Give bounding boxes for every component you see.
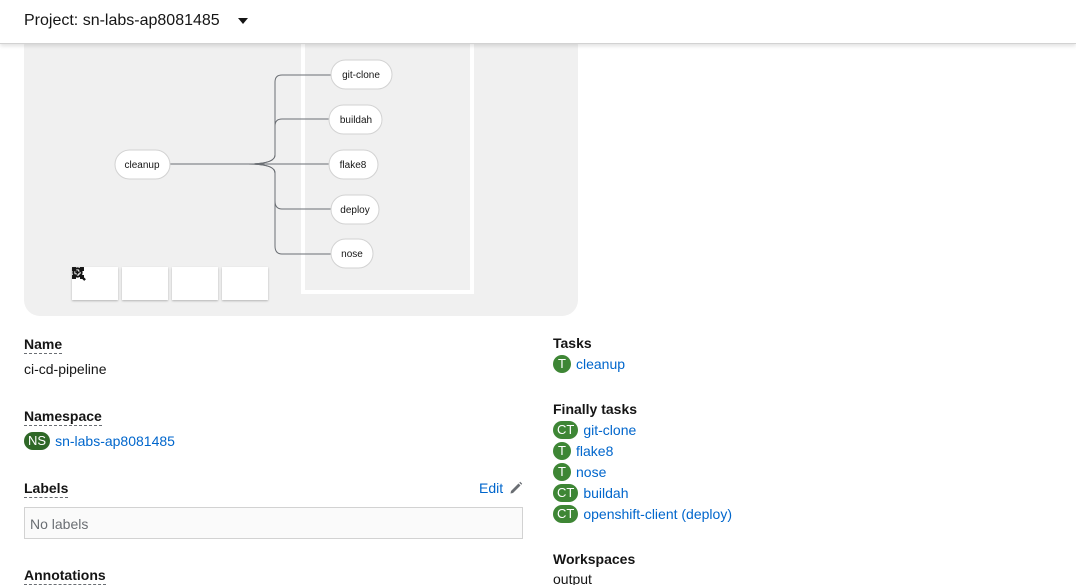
project-selector[interactable]: Project: sn-labs-ap8081485 xyxy=(24,12,248,30)
finally-task-row: CT openshift-client (deploy) xyxy=(553,505,732,523)
namespace-badge: NS xyxy=(24,432,51,450)
finally-task-row: T flake8 xyxy=(553,442,613,460)
expand-icon xyxy=(72,267,84,279)
namespace-link[interactable]: sn-labs-ap8081485 xyxy=(55,433,175,449)
finally-task-badge: T xyxy=(553,442,571,460)
task-link-cleanup[interactable]: cleanup xyxy=(576,356,625,372)
node-cleanup[interactable]: cleanup xyxy=(114,149,171,180)
node-buildah[interactable]: buildah xyxy=(328,104,383,135)
finally-task-link-openshift-client[interactable]: openshift-client (deploy) xyxy=(583,506,732,522)
finally-task-link-git-clone[interactable]: git-clone xyxy=(583,422,636,438)
node-cleanup-label: cleanup xyxy=(124,160,159,171)
workspace-value: output xyxy=(553,571,592,585)
fit-to-screen-button[interactable] xyxy=(72,267,218,300)
node-git-clone-label: git-clone xyxy=(342,70,380,81)
pipeline-graph: cleanup git-clone buildah flake8 deploy … xyxy=(24,30,578,316)
edit-labels-button[interactable]: Edit xyxy=(479,480,523,496)
finally-task-row: CT buildah xyxy=(553,484,629,502)
node-git-clone[interactable]: git-clone xyxy=(330,59,393,90)
node-flake8[interactable]: flake8 xyxy=(328,149,379,180)
finally-task-row: CT git-clone xyxy=(553,421,636,439)
node-flake8-label: flake8 xyxy=(340,160,367,171)
project-label: Project: sn-labs-ap8081485 xyxy=(24,12,220,29)
no-labels-text: No labels xyxy=(30,516,89,532)
graph-edges xyxy=(169,74,331,255)
annotations-heading: Annotations xyxy=(24,567,106,585)
edit-labels-label: Edit xyxy=(479,480,504,496)
finally-task-row: T nose xyxy=(553,463,606,481)
finally-task-badge: T xyxy=(553,463,571,481)
node-nose[interactable]: nose xyxy=(330,238,374,269)
namespace-row: NS sn-labs-ap8081485 xyxy=(24,432,175,450)
zoom-out-button[interactable] xyxy=(72,267,168,300)
tasks-heading: Tasks xyxy=(553,335,592,351)
finally-task-link-flake8[interactable]: flake8 xyxy=(576,443,613,459)
finally-task-badge: CT xyxy=(553,421,579,439)
finally-tasks-heading: Finally tasks xyxy=(553,401,638,417)
node-buildah-label: buildah xyxy=(340,115,372,126)
finally-task-badge: CT xyxy=(553,484,579,502)
node-nose-label: nose xyxy=(341,249,363,260)
labels-box: No labels xyxy=(24,507,523,539)
labels-heading: Labels xyxy=(24,480,69,498)
finally-task-badge: CT xyxy=(553,505,579,523)
graph-controls xyxy=(72,267,268,300)
reset-view-button[interactable] xyxy=(72,267,268,300)
finally-task-link-buildah[interactable]: buildah xyxy=(583,485,628,501)
pipeline-name: ci-cd-pipeline xyxy=(24,361,107,377)
top-bar: Project: sn-labs-ap8081485 xyxy=(0,0,1076,44)
task-row: T cleanup xyxy=(553,355,625,373)
node-deploy[interactable]: deploy xyxy=(330,194,380,225)
task-badge: T xyxy=(553,355,571,373)
pencil-icon xyxy=(510,481,523,494)
namespace-heading: Namespace xyxy=(24,408,102,426)
caret-down-icon xyxy=(237,18,248,24)
node-deploy-label: deploy xyxy=(340,205,369,216)
workspaces-heading: Workspaces xyxy=(553,551,636,567)
name-heading: Name xyxy=(24,336,63,354)
finally-task-link-nose[interactable]: nose xyxy=(576,464,606,480)
